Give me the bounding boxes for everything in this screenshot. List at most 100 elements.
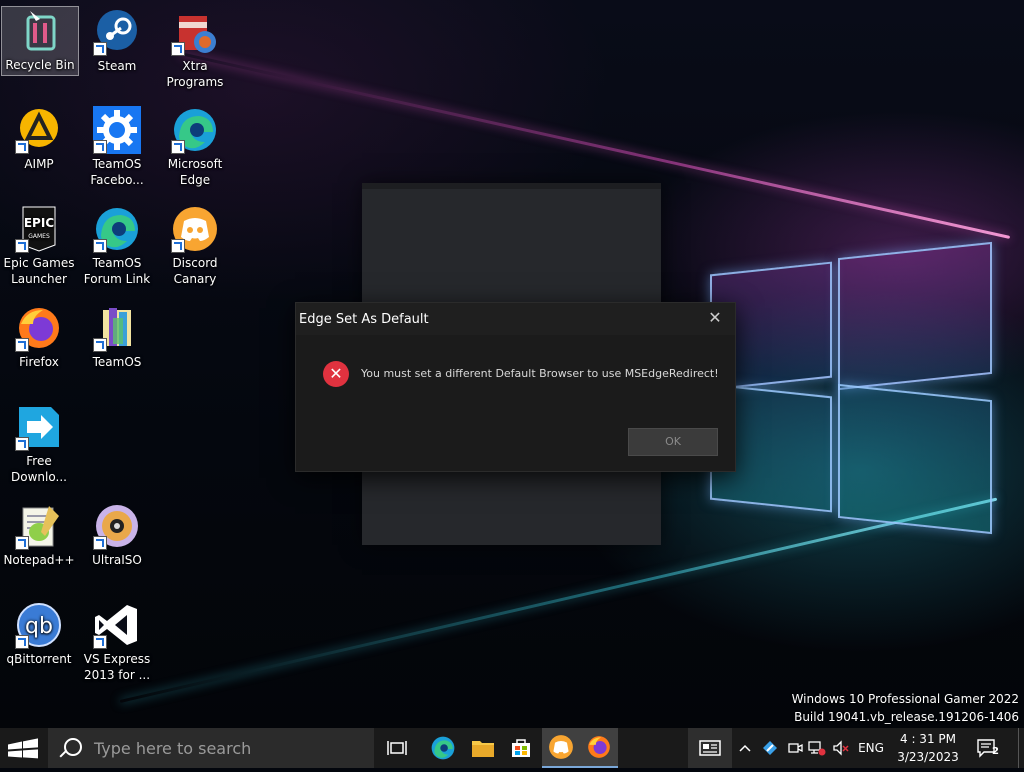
desktop-icon-label: Firefox — [19, 355, 59, 369]
desktop-icon-epic-games[interactable]: EPIC GAMES Epic Games Launcher — [1, 205, 77, 287]
taskbar-app-discord-canary[interactable] — [542, 728, 580, 768]
news-widget-button[interactable] — [688, 728, 732, 768]
taskbar-app-store[interactable] — [502, 728, 540, 768]
show-desktop-button[interactable] — [1018, 728, 1024, 768]
desktop-icon-label: qBittorrent — [6, 652, 72, 666]
desktop-icon-vs-express[interactable]: VS Express 2013 for ... — [79, 601, 155, 683]
taskbar-app-file-explorer[interactable] — [464, 728, 502, 768]
desktop-icon-qbittorrent[interactable]: qb qBittorrent — [1, 601, 77, 667]
shortcut-arrow-icon — [93, 338, 107, 352]
shortcut-arrow-icon — [15, 437, 29, 451]
gear-icon — [93, 106, 141, 154]
tray-app-icon[interactable] — [758, 728, 782, 768]
discord-icon — [549, 735, 573, 759]
edge-icon — [171, 106, 219, 154]
shortcut-arrow-icon — [15, 536, 29, 550]
desktop-icon-ultraiso[interactable]: UltraISO — [79, 502, 155, 568]
desktop-icon-label: TeamOS Forum Link — [83, 256, 151, 286]
desktop-icon-label: AIMP — [24, 157, 54, 171]
desktop-icon-label: VS Express 2013 for ... — [83, 652, 151, 682]
recycle-bin-icon — [16, 7, 64, 55]
desktop-icon-aimp[interactable]: AIMP — [1, 106, 77, 172]
shortcut-arrow-icon — [93, 140, 107, 154]
search-icon — [64, 738, 82, 756]
firefox-icon — [15, 304, 63, 352]
folder-icon — [93, 304, 141, 352]
notification-center-button[interactable]: 2 — [972, 728, 1002, 768]
desktop-icon-label: Recycle Bin — [5, 58, 75, 72]
desktop-icon-notepadpp[interactable]: Notepad++ — [1, 502, 77, 568]
desktop-icon-label: Epic Games Launcher — [3, 256, 75, 286]
folder-icon — [472, 741, 494, 757]
shortcut-arrow-icon — [15, 338, 29, 352]
desktop-icon-xtra-programs[interactable]: Xtra Programs — [157, 8, 233, 90]
store-icon — [512, 739, 530, 757]
ok-button[interactable]: OK — [628, 428, 718, 456]
taskbar-app-edge[interactable] — [424, 728, 462, 768]
tray-network[interactable] — [806, 728, 828, 768]
shortcut-arrow-icon — [15, 140, 29, 154]
desktop-icon-steam[interactable]: Steam — [79, 8, 155, 74]
shortcut-arrow-icon — [93, 536, 107, 550]
tray-app-icon — [763, 741, 777, 755]
desktop-icon-teamos-facebook[interactable]: TeamOS Facebo... — [79, 106, 155, 188]
desktop-icon-discord-canary[interactable]: Discord Canary — [157, 205, 233, 287]
notification-count-badge: 2 — [992, 746, 999, 757]
shortcut-arrow-icon — [171, 239, 185, 253]
clock-date: 3/23/2023 — [897, 750, 959, 764]
edge-icon — [431, 736, 455, 760]
desktop-icon-label: Free Downlo... — [11, 454, 67, 484]
dialog-body: ✕ You must set a different Default Brows… — [296, 335, 735, 471]
camera-icon — [788, 743, 803, 753]
search-input[interactable]: Type here to search — [94, 739, 251, 758]
disc-icon — [93, 502, 141, 550]
show-hidden-icons-button[interactable] — [736, 728, 754, 768]
close-icon[interactable]: ✕ — [707, 310, 723, 326]
desktop-icon-free-download-manager[interactable]: Free Downlo... — [1, 403, 77, 485]
windows-logo-icon — [8, 738, 38, 759]
start-button[interactable] — [0, 728, 48, 768]
shortcut-arrow-icon — [93, 239, 107, 253]
svg-text:qb: qb — [25, 614, 53, 639]
desktop-icon-label: TeamOS — [92, 355, 142, 369]
desktop-icon-label: Steam — [97, 59, 137, 73]
dialog-title: Edge Set As Default — [299, 312, 429, 327]
windows-logo-pane — [838, 241, 992, 391]
error-icon: ✕ — [323, 361, 349, 387]
shortcut-arrow-icon — [15, 239, 29, 253]
error-dialog[interactable]: Edge Set As Default ✕ ✕ You must set a d… — [295, 302, 736, 472]
taskbar-app-firefox[interactable] — [580, 728, 618, 768]
discord-icon — [171, 205, 219, 253]
notepadpp-icon — [15, 502, 63, 550]
news-icon — [699, 740, 721, 756]
windows-logo-pane — [838, 383, 992, 535]
edge-icon — [93, 205, 141, 253]
desktop-icon-label: Xtra Programs — [166, 59, 224, 89]
epic-games-icon: EPIC GAMES — [15, 205, 63, 253]
taskbar-search[interactable]: Type here to search — [48, 728, 374, 768]
watermark-edition: Windows 10 Professional Gamer 2022 — [791, 692, 1019, 706]
tray-meet-now[interactable] — [784, 728, 806, 768]
qbittorrent-icon: qb — [15, 601, 63, 649]
shortcut-arrow-icon — [93, 42, 107, 56]
language-indicator[interactable]: ENG — [852, 728, 890, 768]
clock[interactable]: 4 : 31 PM 3/23/2023 — [886, 730, 970, 766]
chevron-up-icon — [739, 744, 751, 752]
windows-watermark: Windows 10 Professional Gamer 2022 Build… — [792, 690, 1019, 726]
tray-volume[interactable] — [830, 728, 852, 768]
network-disconnected-icon — [808, 741, 826, 756]
window-title-strip — [362, 183, 661, 189]
shortcut-arrow-icon — [15, 635, 29, 649]
desktop-icon-firefox[interactable]: Firefox — [1, 304, 77, 370]
desktop-icon-teamos[interactable]: TeamOS — [79, 304, 155, 370]
dialog-message: You must set a different Default Browser… — [361, 367, 719, 380]
taskbar: Type here to search ENG 4 : 31 PM 3/23/2… — [0, 728, 1024, 768]
volume-muted-icon — [833, 740, 849, 756]
task-view-button[interactable] — [378, 728, 416, 768]
desktop-icon-label: Notepad++ — [3, 553, 75, 567]
visual-studio-icon — [93, 601, 141, 649]
download-manager-icon — [15, 403, 63, 451]
desktop-icon-recycle-bin[interactable]: Recycle Bin — [1, 6, 79, 76]
desktop-icon-microsoft-edge[interactable]: Microsoft Edge — [157, 106, 233, 188]
desktop-icon-teamos-forum-link[interactable]: TeamOS Forum Link — [79, 205, 155, 287]
